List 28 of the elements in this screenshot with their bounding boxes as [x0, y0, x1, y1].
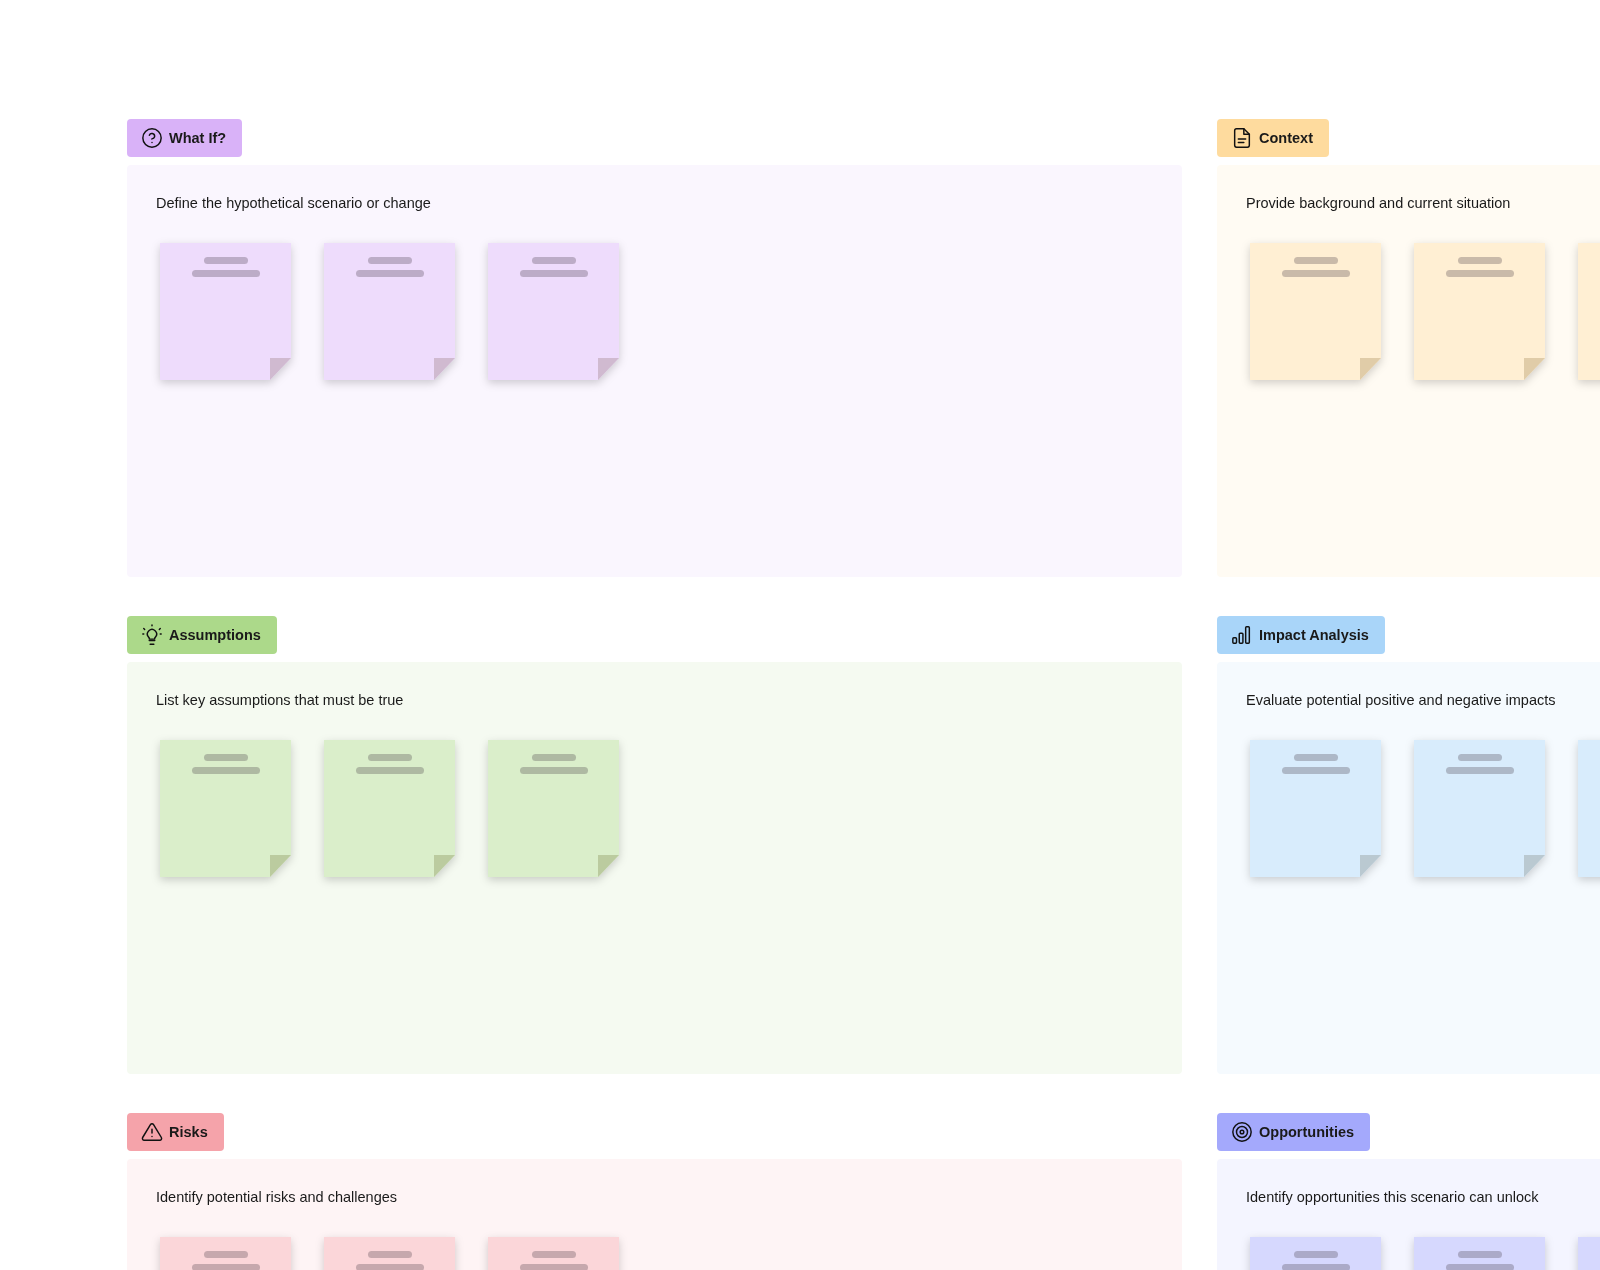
- section-title: Impact Analysis: [1259, 627, 1369, 643]
- warning-icon: [141, 1121, 163, 1143]
- sticky-note[interactable]: [488, 243, 619, 380]
- document-icon: [1231, 127, 1253, 149]
- sticky-note[interactable]: [324, 243, 455, 380]
- section-description: Identify potential risks and challenges: [156, 1188, 398, 1207]
- section-description: Provide background and current situation: [1246, 194, 1512, 213]
- section-title: What If?: [169, 130, 227, 146]
- sticky-note[interactable]: [1250, 243, 1381, 380]
- section-description: List key assumptions that must be true: [156, 691, 405, 710]
- sticky-note[interactable]: [1414, 243, 1545, 380]
- section-title: Assumptions: [169, 627, 261, 643]
- section-title: Risks: [169, 1124, 208, 1140]
- section-description: Identify opportunities this scenario can unlock: [1246, 1188, 1540, 1207]
- sticky-note[interactable]: [1414, 740, 1545, 877]
- lightbulb-icon: [141, 624, 163, 646]
- sticky-note[interactable]: [488, 740, 619, 877]
- section-description: Define the hypothetical scenario or change: [156, 194, 432, 213]
- sticky-note[interactable]: [160, 740, 291, 877]
- target-icon: [1231, 1121, 1253, 1143]
- sticky-note[interactable]: [324, 740, 455, 877]
- section-title: Opportunities: [1259, 1124, 1355, 1140]
- sticky-note[interactable]: [160, 243, 291, 380]
- section-title: Context: [1259, 130, 1313, 146]
- question-icon: [141, 127, 163, 149]
- sticky-note[interactable]: [1250, 740, 1381, 877]
- section-description: Evaluate potential positive and negative impacts: [1246, 691, 1557, 710]
- bar-chart-icon: [1231, 624, 1253, 646]
